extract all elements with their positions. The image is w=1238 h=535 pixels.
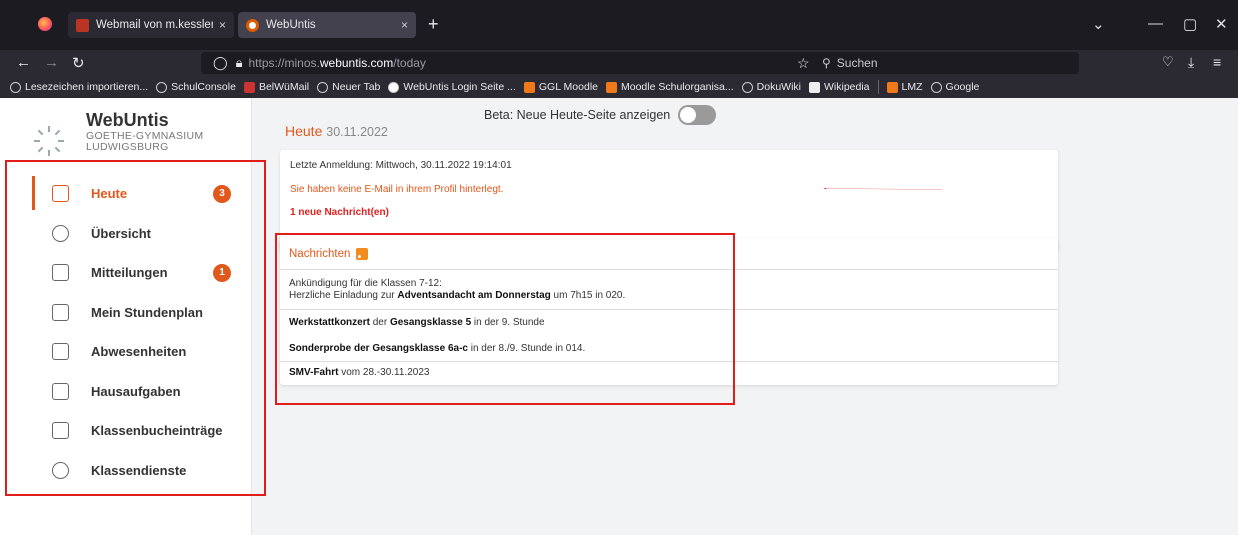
moodle-icon: [606, 81, 617, 93]
tab-webuntis[interactable]: WebUntis ×: [238, 12, 416, 38]
bookmarks-bar: Lesezeichen importieren... SchulConsole …: [0, 76, 1238, 98]
search-input[interactable]: ⚲ Suchen: [810, 52, 1078, 74]
page-title: Heute 30.11.2022: [285, 123, 388, 139]
tab-label: WebUntis: [266, 19, 316, 31]
bookmark-separator: [877, 80, 879, 94]
restore-icon[interactable]: ▢: [1183, 15, 1197, 33]
bookmark-wikipedia[interactable]: Wikipedia: [809, 81, 870, 93]
last-login-text: Letzte Anmeldung: Mittwoch, 30.11.2022 1…: [290, 160, 512, 171]
search-icon: ⚲: [822, 56, 831, 70]
belwue-icon: [243, 81, 255, 93]
menu-icon[interactable]: ≡: [1213, 54, 1221, 70]
bookmark-star-icon[interactable]: ☆: [797, 55, 810, 72]
forward-arrow-icon[interactable]: →: [44, 54, 59, 71]
close-tab-icon[interactable]: ×: [219, 18, 226, 32]
beta-toggle[interactable]: [678, 105, 717, 125]
webuntis-app: WebUntis GOETHE-GYMNASIUM LUDWIGSBURG He…: [0, 98, 1238, 535]
browser-tab-bar: Webmail von m.kessler@goeth × WebUntis ×…: [0, 0, 1238, 50]
bookmark-schulconsole[interactable]: SchulConsole: [156, 81, 236, 93]
browser-nav-bar: ← → ↻ ◯ 🔒︎ https://minos.webuntis.com/to…: [0, 50, 1238, 76]
tab-label: Webmail von m.kessler@goeth: [96, 19, 213, 31]
close-tab-icon[interactable]: ×: [401, 18, 408, 32]
globe-icon: [930, 81, 942, 93]
lmz-icon: [886, 81, 898, 93]
webuntis-logo[interactable]: WebUntis GOETHE-GYMNASIUM LUDWIGSBURG: [34, 110, 203, 156]
bookmark-moodle-schulorg[interactable]: Moodle Schulorganisa...: [606, 81, 734, 93]
bookmark-import[interactable]: Lesezeichen importieren...: [10, 81, 148, 93]
logo-title: WebUntis: [86, 110, 169, 130]
bookmark-google[interactable]: Google: [930, 81, 979, 93]
annotation-box-sidebar: [5, 160, 266, 496]
reload-icon[interactable]: ↻: [72, 54, 85, 72]
lock-icon[interactable]: 🔒︎: [236, 55, 243, 71]
shield-icon[interactable]: ◯: [213, 55, 228, 71]
new-messages-link[interactable]: 1 neue Nachricht(en): [290, 207, 1048, 218]
globe-icon: [317, 81, 329, 93]
tab-list-chevron-down-icon[interactable]: ⌄: [1092, 15, 1105, 33]
beta-label: Beta: Neue Heute-Seite anzeigen: [484, 108, 671, 122]
belwue-favicon-icon: [76, 18, 89, 32]
pocket-icon[interactable]: ♡: [1162, 54, 1174, 70]
annotation-arrow: [823, 188, 942, 190]
new-tab-button[interactable]: +: [428, 14, 439, 35]
moodle-icon: [523, 81, 535, 93]
close-window-icon[interactable]: ✕: [1215, 15, 1228, 33]
url-text: https://minos.webuntis.com/today: [248, 56, 426, 70]
globe-icon: [156, 81, 168, 93]
search-placeholder: Suchen: [836, 56, 878, 70]
bookmark-neuer-tab[interactable]: Neuer Tab: [317, 81, 380, 93]
minimize-icon[interactable]: —: [1148, 15, 1163, 32]
tab-webmail[interactable]: Webmail von m.kessler@goeth ×: [68, 12, 234, 38]
back-arrow-icon[interactable]: ←: [16, 54, 31, 71]
bookmark-webuntis-login[interactable]: WebUntis Login Seite ...: [388, 81, 516, 93]
wikipedia-icon: [809, 81, 820, 93]
bookmark-belwuemail[interactable]: BelWüMail: [243, 81, 309, 93]
school-name-line2: LUDWIGSBURG: [86, 141, 169, 153]
beta-toggle-row: Beta: Neue Heute-Seite anzeigen: [484, 105, 717, 125]
annotation-box-news: [275, 233, 735, 405]
webuntis-favicon-icon: [246, 18, 259, 32]
import-icon: [10, 81, 21, 93]
firefox-icon[interactable]: [38, 17, 52, 31]
bookmark-lmz[interactable]: LMZ: [886, 81, 923, 93]
page-date: 30.11.2022: [326, 125, 388, 139]
webuntis-icon: [388, 81, 400, 93]
globe-icon: [741, 81, 753, 93]
download-icon[interactable]: ⤓: [1188, 54, 1194, 71]
bookmark-dokuwiki[interactable]: DokuWiki: [741, 81, 801, 93]
webuntis-logo-icon: [34, 114, 64, 156]
bookmark-ggl-moodle[interactable]: GGL Moodle: [523, 81, 598, 93]
